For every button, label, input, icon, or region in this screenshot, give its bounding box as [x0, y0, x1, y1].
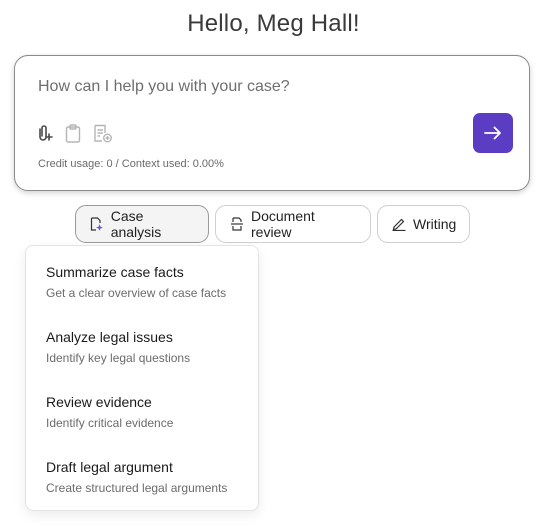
menu-item-review-evidence[interactable]: Review evidence Identify critical eviden…: [26, 384, 258, 440]
menu-item-title: Analyze legal issues: [46, 329, 173, 345]
pen-icon: [392, 217, 406, 231]
document-add-icon[interactable]: [93, 123, 113, 143]
clipboard-icon[interactable]: [63, 123, 83, 143]
menu-item-analyze-legal-issues[interactable]: Analyze legal issues Identify key legal …: [26, 319, 258, 375]
menu-item-description: Identify key legal questions: [46, 351, 191, 365]
menu-item-title: Draft legal argument: [46, 459, 173, 475]
menu-item-draft-legal-argument[interactable]: Draft legal argument Create structured l…: [26, 449, 258, 505]
document-sparkle-icon: [90, 217, 104, 231]
menu-item-description: Create structured legal arguments: [46, 481, 228, 495]
tab-label: Writing: [413, 216, 457, 232]
tab-case-analysis[interactable]: Case analysis: [75, 205, 209, 243]
prompt-input[interactable]: [38, 78, 458, 96]
menu-item-title: Summarize case facts: [46, 264, 184, 280]
menu-item-title: Review evidence: [46, 394, 152, 410]
credit-usage-text: Credit usage: 0 / Context used: 0.00%: [38, 158, 224, 170]
greeting-heading: Hello, Meg Hall!: [187, 10, 360, 37]
case-analysis-menu: Summarize case facts Get a clear overvie…: [25, 245, 259, 511]
menu-item-description: Identify critical evidence: [46, 416, 174, 430]
document-scan-icon: [230, 217, 244, 231]
menu-item-description: Get a clear overview of case facts: [46, 286, 227, 300]
arrow-right-icon: [484, 126, 502, 140]
tab-writing[interactable]: Writing: [377, 205, 470, 243]
send-button[interactable]: [473, 113, 513, 153]
attach-file-icon[interactable]: [35, 123, 55, 143]
tab-label: Case analysis: [110, 208, 162, 240]
menu-item-summarize-case-facts[interactable]: Summarize case facts Get a clear overvie…: [26, 254, 258, 310]
chat-composer: Credit usage: 0 / Context used: 0.00%: [14, 55, 530, 191]
tab-label: Document review: [251, 208, 315, 240]
tab-document-review[interactable]: Document review: [215, 205, 371, 243]
